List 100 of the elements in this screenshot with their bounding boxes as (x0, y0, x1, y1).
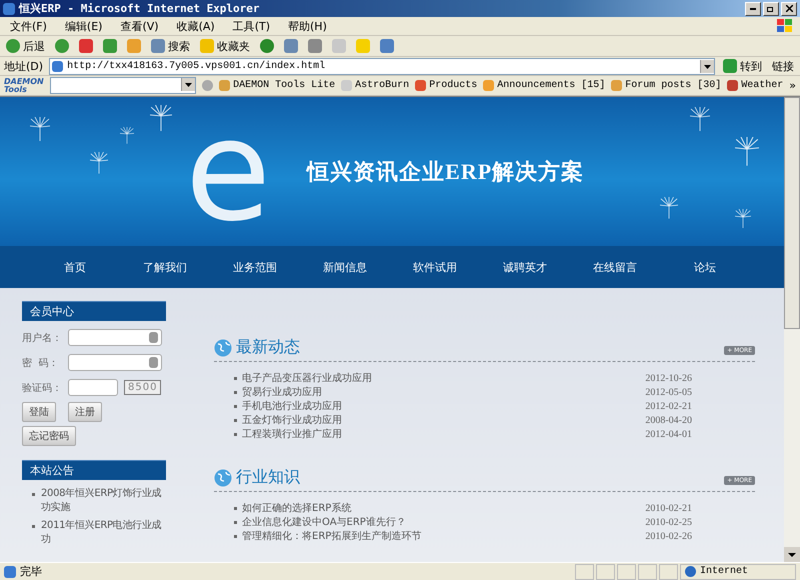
menu-item[interactable]: 查看(V) (114, 18, 165, 34)
window-title: 恒兴ERP - Microsoft Internet Explorer (19, 1, 260, 16)
field-label: 用户名： (22, 332, 62, 344)
scrollbar[interactable] (784, 97, 800, 562)
field-label: 密 码： (22, 356, 60, 370)
nav-link[interactable]: 业务范围 (210, 260, 300, 274)
status-panel (596, 564, 615, 580)
article-link[interactable]: 如何正确的选择ERP系统 (242, 501, 352, 515)
panel-header: 本站公告 (22, 460, 166, 480)
menu-item[interactable]: 工具(T) (226, 18, 276, 34)
links-button[interactable]: 链接 (770, 58, 796, 74)
menu-item[interactable]: 收藏(A) (170, 18, 221, 34)
username-field[interactable] (68, 329, 162, 346)
search-button[interactable]: 搜索 (149, 38, 192, 54)
article-link[interactable]: 电子产品变压器行业成功应用 (242, 371, 372, 385)
article-date: 2010-02-26 (645, 530, 692, 542)
nav-link[interactable]: 在线留言 (570, 260, 660, 274)
notice-link[interactable]: 2011年恒兴ERP电池行业成功 (41, 519, 166, 547)
article-link[interactable]: 工程装璜行业推广应用 (242, 427, 342, 441)
menu-item[interactable]: 文件(F) (4, 18, 53, 34)
more-chevron[interactable]: » (789, 79, 796, 92)
notice-link[interactable]: 2008年恒兴ERP灯饰行业成功实施 (41, 487, 166, 515)
article-link[interactable]: 手机电池行业成功应用 (242, 399, 342, 413)
article-date: 2012-02-21 (645, 400, 692, 412)
forward-button[interactable] (53, 39, 71, 53)
article-link[interactable]: 贸易行业成功应用 (242, 385, 322, 399)
menu-item[interactable]: 编辑(E) (58, 18, 108, 34)
bullet-icon (32, 493, 35, 496)
minimize-icon (750, 8, 756, 10)
bullet-icon (234, 390, 237, 394)
nav-link[interactable]: 诚聘英才 (480, 260, 570, 274)
dandelion-seed-icon (150, 105, 172, 132)
bullet-icon (234, 432, 237, 436)
scroll-down-icon[interactable] (784, 547, 800, 562)
status-panel (638, 564, 657, 580)
password-field[interactable] (68, 354, 162, 371)
status-panel (659, 564, 678, 580)
close-button[interactable] (781, 2, 797, 16)
print-button[interactable] (306, 39, 324, 53)
captcha-image: 8500 (124, 380, 162, 395)
refresh-button[interactable] (101, 39, 119, 53)
bullet-icon (234, 520, 237, 524)
home-button[interactable] (125, 39, 143, 53)
captcha-field[interactable] (68, 379, 118, 396)
go-button[interactable]: 转到 (721, 58, 764, 74)
toolbar-link[interactable]: Products (415, 80, 478, 91)
media-button[interactable] (258, 39, 276, 53)
toolbar-link[interactable]: Announcements [15] (483, 80, 606, 91)
article-date: 2012-10-26 (645, 372, 692, 384)
favorites-button[interactable]: 收藏夹 (198, 38, 252, 54)
toolbar-link[interactable]: Weather (727, 80, 784, 91)
zone-text: Internet (700, 566, 748, 577)
daemon-logo: DAEMON Tools (4, 78, 44, 94)
status-text: 完毕 (20, 564, 42, 579)
dandelion-seed-icon (90, 152, 108, 174)
nav-link[interactable]: 了解我们 (120, 260, 210, 274)
back-button[interactable]: 后退 (4, 38, 47, 54)
stop-button[interactable] (77, 39, 95, 53)
dandelion-seed-icon (735, 137, 759, 166)
article-date: 2010-02-25 (645, 516, 692, 528)
dandelion-seed-icon (735, 209, 751, 228)
nav-link[interactable]: 软件试用 (390, 260, 480, 274)
messenger-button[interactable] (378, 39, 396, 53)
menu-item[interactable]: 帮助(H) (282, 18, 333, 34)
banner-title: 恒兴资讯企业ERP解决方案 (307, 158, 584, 186)
article-date: 2010-02-21 (645, 502, 692, 514)
address-field[interactable]: http://txx418163.7y005.vps001.cn/index.html (49, 58, 715, 74)
nav-link[interactable]: 首页 (30, 260, 120, 274)
article-date: 2008-04-20 (645, 414, 692, 426)
article-date: 2012-05-05 (645, 386, 692, 398)
bullet-icon (234, 506, 237, 510)
dandelion-seed-icon (690, 107, 710, 131)
dandelion-seed-icon (30, 117, 50, 141)
mail-button[interactable] (282, 39, 300, 53)
close-icon (786, 5, 792, 12)
panel-header: 会员中心 (22, 301, 166, 321)
form-button[interactable]: 忘记密码 (22, 426, 76, 446)
minimize-button[interactable] (745, 2, 761, 16)
url-text: http://txx418163.7y005.vps001.cn/index.html (67, 60, 326, 72)
article-link[interactable]: 企业信息化建设中OA与ERP谁先行？ (242, 515, 406, 529)
article-date: 2012-04-01 (645, 428, 692, 440)
section-title: 行业知识 (236, 467, 300, 488)
restore-button[interactable] (763, 2, 779, 16)
bullet-icon (234, 404, 237, 408)
toolbar-link[interactable]: DAEMON Tools Lite (219, 80, 336, 91)
toolbar-link[interactable]: Forum posts [30] (611, 80, 722, 91)
article-link[interactable]: 五金灯饰行业成功应用 (242, 413, 342, 427)
bullet-icon (234, 376, 237, 380)
nav-link[interactable]: 论坛 (660, 260, 750, 274)
search-field[interactable] (50, 77, 196, 94)
dandelion-seed-icon (660, 197, 678, 219)
dandelion-seed-icon (120, 127, 134, 144)
toolbar-link[interactable]: AstroBurn (341, 80, 410, 91)
article-link[interactable]: 管理精细化：将ERP拓展到生产制造环节 (242, 529, 422, 543)
field-label: 验证码： (22, 382, 62, 394)
address-label: 地址(D) (4, 58, 44, 74)
status-panel (575, 564, 594, 580)
form-button[interactable]: 注册 (68, 402, 102, 422)
nav-link[interactable]: 新闻信息 (300, 260, 390, 274)
form-button[interactable]: 登陆 (22, 402, 56, 422)
